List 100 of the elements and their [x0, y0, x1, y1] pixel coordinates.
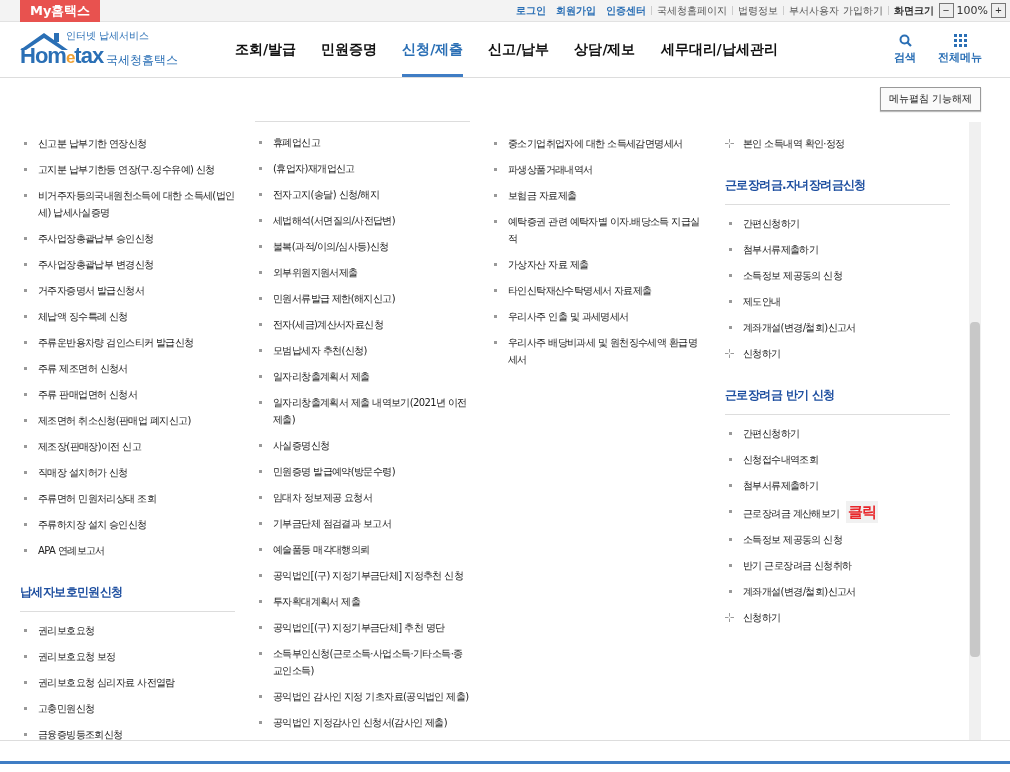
menu-item[interactable]: 거주자증명서 발급신청서	[20, 277, 235, 303]
menu-item[interactable]: 권리보호요청 보정	[20, 643, 235, 669]
menu-toggle-button[interactable]: 메뉴펼침 기능해제	[879, 87, 981, 111]
menu-item[interactable]: 본인 소득내역 확인·정정	[725, 130, 950, 156]
menu-item[interactable]: 주류 판매업면허 신청서	[20, 381, 235, 407]
menu-item[interactable]: 불복(과적/이의/심사등)신청	[255, 233, 470, 259]
top-link[interactable]: 로그인	[511, 3, 552, 18]
menu-item[interactable]: 외부위원지원서제출	[255, 259, 470, 285]
menu-item[interactable]: 제조장(판매장)이전 신고	[20, 433, 235, 459]
bullet-icon	[24, 341, 27, 344]
bullet-icon	[259, 375, 262, 378]
nav-tab[interactable]: 세무대리/납세관리	[660, 22, 778, 77]
menu-item[interactable]: 주사업장총괄납부 승인신청	[20, 225, 235, 251]
menu-item[interactable]: 체납액 징수특례 신청	[20, 303, 235, 329]
search-button[interactable]: 검색	[894, 34, 916, 65]
menu-item[interactable]: 소득정보 제공동의 신청	[725, 526, 950, 552]
bullet-icon	[729, 590, 732, 593]
menu-item[interactable]: 세법해석(서면질의/사전답변)	[255, 207, 470, 233]
nav-tab[interactable]: 민원증명	[321, 22, 378, 77]
nav-tab[interactable]: 조회/발급	[235, 22, 297, 77]
menu-item[interactable]: 첨부서류제출하기	[725, 236, 950, 262]
menu-item[interactable]: APA 연례보고서	[20, 537, 235, 563]
bullet-icon	[24, 194, 27, 197]
menu-item[interactable]: 기부금단체 점검결과 보고서	[255, 510, 470, 536]
menu-item[interactable]: 근로장려금 계산해보기 클릭	[725, 498, 950, 526]
menu-item[interactable]: 제조면허 취소신청(판매업 폐지신고)	[20, 407, 235, 433]
menu-item[interactable]: 제도안내	[725, 288, 950, 314]
menu-item[interactable]: 고지분 납부기한등 연장(구.징수유예) 신청	[20, 156, 235, 182]
top-link[interactable]: 법령정보	[733, 3, 784, 18]
menu-item[interactable]: 보험금 자료제출	[490, 182, 705, 208]
zoom-in-button[interactable]: +	[991, 3, 1006, 18]
menu-item[interactable]: 신고분 납부기한 연장신청	[20, 130, 235, 156]
bullet-icon	[259, 600, 262, 603]
menu-item[interactable]: 민원증명 발급예약(방문수령)	[255, 458, 470, 484]
zoom-out-button[interactable]: −	[938, 3, 954, 18]
menu-item[interactable]: 가상자산 자료 제출	[490, 251, 705, 277]
nav-tab[interactable]: 상담/제보	[574, 22, 636, 77]
bullet-icon	[24, 629, 27, 632]
plus-icon	[725, 613, 734, 622]
menu-item[interactable]: 일자리창출계획서 제출 내역보기(2021년 이전 제출)	[255, 389, 470, 432]
menu-item[interactable]: 금융증빙등조회신청	[20, 721, 235, 740]
menu-item[interactable]: 비거주자등의국내원천소득에 대한 소득세(법인세) 납세사실증명	[20, 182, 235, 225]
nav-tab[interactable]: 신고/납부	[488, 22, 550, 77]
menu-item[interactable]: 모범납세자 추천(신청)	[255, 337, 470, 363]
menu-item[interactable]: 전자고지(송달) 신청/해지	[255, 181, 470, 207]
menu-item[interactable]: 주류하치장 설치 승인신청	[20, 511, 235, 537]
menu-item[interactable]: 전자(세금)계산서자료신청	[255, 311, 470, 337]
menu-item[interactable]: 공익법인[(구) 지정기부금단체] 추천 명단	[255, 614, 470, 640]
menu-item[interactable]: 임대차 정보제공 요청서	[255, 484, 470, 510]
menu-item[interactable]: 파생상품거래내역서	[490, 156, 705, 182]
menu-item[interactable]: 신청하기	[725, 604, 950, 630]
section-title: 납세자보호민원신청	[20, 584, 235, 612]
menu-item[interactable]: 타인신탁재산수탁명세서 자료제출	[490, 277, 705, 303]
menu-item[interactable]: 주류운반용차량 검인스티커 발급신청	[20, 329, 235, 355]
scrollbar-track[interactable]	[969, 122, 981, 740]
menu-item[interactable]: 간편신청하기	[725, 210, 950, 236]
top-link[interactable]: 회원가입	[551, 3, 602, 18]
menu-item[interactable]: 신청하기	[725, 340, 950, 366]
menu-item[interactable]: 예탁증권 관련 예탁자별 이자.배당소득 지급실적	[490, 208, 705, 251]
menu-item[interactable]: 계좌개설(변경/철회)신고서	[725, 578, 950, 604]
bullet-icon	[24, 367, 27, 370]
menu-item[interactable]: 우리사주 인출 및 과세명세서	[490, 303, 705, 329]
nav-tab[interactable]: 신청/제출	[402, 22, 464, 77]
menu-item[interactable]: 주사업장총괄납부 변경신청	[20, 251, 235, 277]
menu-item[interactable]: 주류 제조면허 신청서	[20, 355, 235, 381]
menu-item[interactable]: 계좌개설(변경/철회)신고서	[725, 314, 950, 340]
menu-item[interactable]: 간편신청하기	[725, 420, 950, 446]
menu-item[interactable]: 사실증명신청	[255, 432, 470, 458]
bullet-icon	[729, 484, 732, 487]
menu-item[interactable]: 예술품등 매각대행의뢰	[255, 536, 470, 562]
menu-item[interactable]: 민원서류발급 제한(해지신고)	[255, 285, 470, 311]
bullet-icon	[259, 219, 262, 222]
menu-item[interactable]: 권리보호요청 심리자료 사전열람	[20, 669, 235, 695]
my-hometax-tab[interactable]: My홈택스	[20, 0, 101, 22]
menu-item[interactable]: 중소기업취업자에 대한 소득세감면명세서	[490, 130, 705, 156]
top-link[interactable]: 부서사용자 가입하기	[784, 3, 888, 18]
menu-item[interactable]: 고충민원신청	[20, 695, 235, 721]
bullet-icon	[24, 168, 27, 171]
menu-item[interactable]: 권리보호요청	[20, 617, 235, 643]
menu-item[interactable]: 일자리창출계획서 제출	[255, 363, 470, 389]
top-link[interactable]: 국세청홈페이지	[652, 3, 733, 18]
menu-item[interactable]: 첨부서류제출하기	[725, 472, 950, 498]
menu-item[interactable]: 공익법인[(구) 지정기부금단체] 지정추천 신청	[255, 562, 470, 588]
menu-item[interactable]: 휴폐업신고	[255, 121, 470, 155]
top-link[interactable]: 인증센터	[601, 3, 652, 18]
menu-item[interactable]: 공익법인 감사인 지정 기초자료(공익법인 제출)	[255, 683, 470, 709]
menu-item[interactable]: 반기 근로장려금 신청취하	[725, 552, 950, 578]
menu-item[interactable]: 투자확대계획서 제출	[255, 588, 470, 614]
menu-item[interactable]: 주류면허 민원처리상태 조회	[20, 485, 235, 511]
menu-item[interactable]: 신청접수내역조회	[725, 446, 950, 472]
menu-item[interactable]: 우리사주 배당비과세 및 원천징수세액 환급명세서	[490, 329, 705, 372]
all-menu-button[interactable]: 전체메뉴	[938, 34, 982, 65]
menu-item[interactable]: 소득정보 제공동의 신청	[725, 262, 950, 288]
menu-item[interactable]: 공익법인 지정감사인 신청서(감사인 제출)	[255, 709, 470, 735]
scrollbar-thumb[interactable]	[970, 322, 980, 657]
menu-item[interactable]: 소득부인신청(근로소득·사업소득·기타소득·종교인소득)	[255, 640, 470, 683]
menu-item[interactable]: (휴업자)재개업신고	[255, 155, 470, 181]
menu-item[interactable]: 직매장 설치허가 신청	[20, 459, 235, 485]
plus-icon	[725, 139, 734, 148]
bullet-icon	[259, 574, 262, 577]
